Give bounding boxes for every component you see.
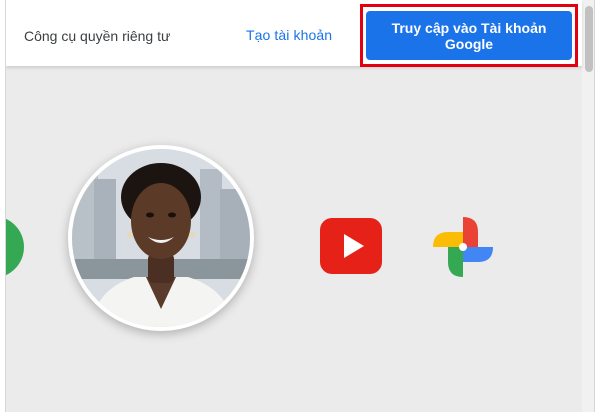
google-photos-icon (430, 214, 496, 280)
youtube-icon (318, 216, 384, 276)
create-account-link[interactable]: Tạo tài khoản (246, 27, 332, 43)
partial-green-logo (6, 216, 24, 278)
profile-photo-frame (68, 145, 254, 331)
profile-photo-image (72, 149, 250, 327)
access-google-account-button[interactable]: Truy cập vào Tài khoản Google (366, 11, 572, 60)
top-header: Công cụ quyền riêng tư Tạo tài khoản Tru… (6, 0, 582, 67)
scrollbar[interactable] (582, 0, 594, 412)
page-frame: Công cụ quyền riêng tư Tạo tài khoản Tru… (5, 0, 595, 412)
privacy-tools-link[interactable]: Công cụ quyền riêng tư (24, 28, 170, 44)
avatar (72, 149, 250, 327)
scrollbar-thumb[interactable] (585, 6, 593, 72)
